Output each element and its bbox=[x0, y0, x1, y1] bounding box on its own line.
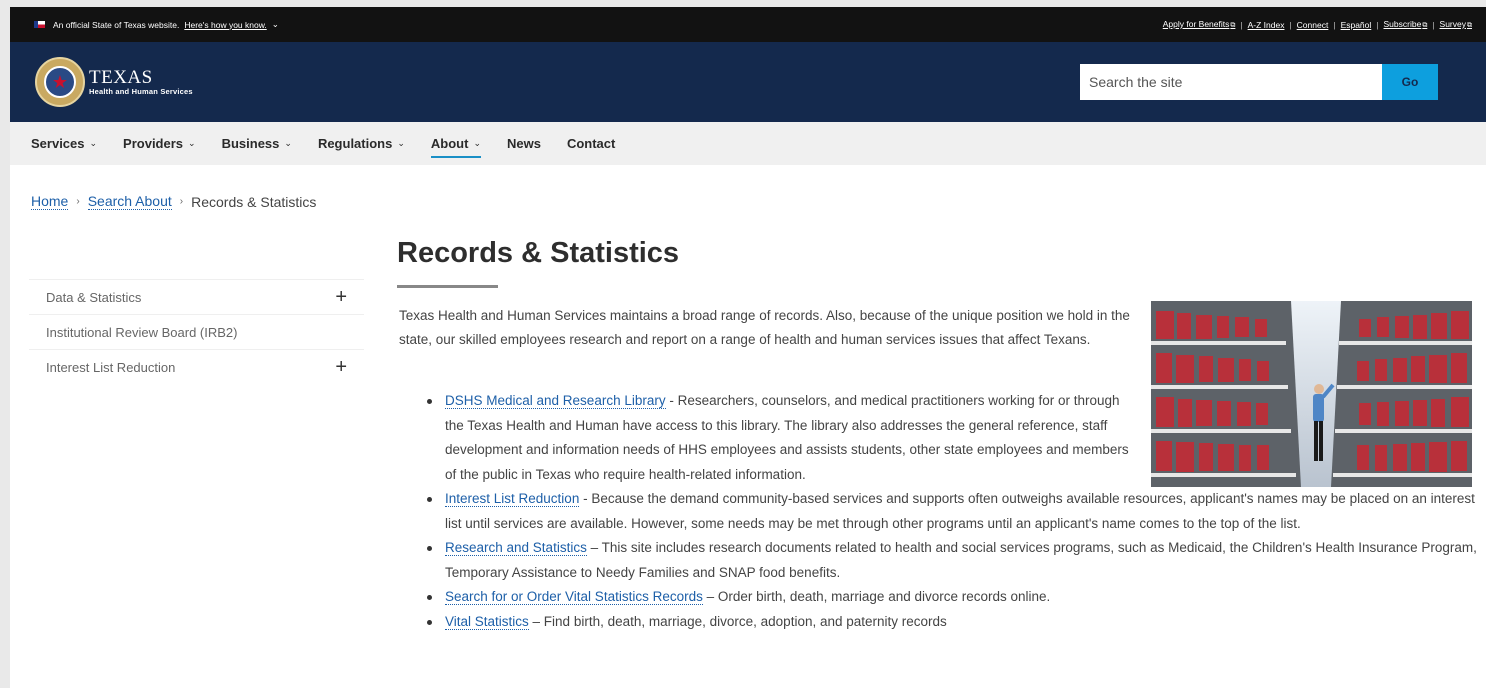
chevron-right-icon: › bbox=[76, 196, 80, 207]
divider: | bbox=[1333, 19, 1336, 30]
star-icon: ★ bbox=[51, 72, 69, 92]
sidebar-item-label: Institutional Review Board (IRB2) bbox=[46, 324, 238, 340]
list-item-text: - Because the demand community-based ser… bbox=[445, 491, 1475, 531]
chevron-down-icon: ⌄ bbox=[89, 138, 98, 148]
order-vital-records-link[interactable]: Search for or Order Vital Statistics Rec… bbox=[445, 589, 703, 605]
brand-main: TEXAS bbox=[89, 67, 153, 88]
breadcrumb: Home › Search About › Records & Statisti… bbox=[31, 193, 316, 210]
survey-label: Survey bbox=[1439, 19, 1466, 29]
external-link-icon: ⧉ bbox=[1467, 22, 1472, 29]
dshs-library-link[interactable]: DSHS Medical and Research Library bbox=[445, 393, 666, 409]
list-item: Research and Statistics – This site incl… bbox=[425, 536, 1485, 585]
nav-news-label: News bbox=[506, 136, 541, 151]
list-item: Search for or Order Vital Statistics Rec… bbox=[425, 585, 1485, 610]
chevron-down-icon: ⌄ bbox=[397, 138, 405, 148]
apply-for-benefits-link[interactable]: Apply for Benefits⧉ bbox=[1163, 19, 1236, 30]
chevron-right-icon: › bbox=[179, 196, 184, 207]
a-z-index-link[interactable]: A-Z Index bbox=[1248, 20, 1285, 30]
nav-about-label: About bbox=[430, 136, 469, 151]
plus-icon[interactable]: + bbox=[335, 286, 347, 309]
site-header: ★ TEXAS Health and Human Services Go bbox=[10, 42, 1486, 122]
search-go-button[interactable]: Go bbox=[1382, 64, 1438, 100]
survey-link[interactable]: Survey⧉ bbox=[1440, 19, 1472, 30]
list-item-text: – This site includes research documents … bbox=[445, 540, 1477, 580]
site-search: Go bbox=[1080, 64, 1438, 100]
seal-center: ★ bbox=[44, 66, 76, 98]
official-notice: An official State of Texas website. Here… bbox=[34, 19, 279, 30]
list-item-text: – Find birth, death, marriage, divorce, … bbox=[528, 613, 947, 629]
external-link-icon: ⧉ bbox=[1422, 22, 1428, 29]
sidebar-item-interest-list-reduction[interactable]: Interest List Reduction + bbox=[29, 349, 364, 384]
vital-statistics-link[interactable]: Vital Statistics bbox=[445, 613, 529, 630]
chevron-down-icon: ⌄ bbox=[188, 138, 196, 148]
breadcrumb-home[interactable]: Home bbox=[31, 193, 69, 210]
intro-paragraph: Texas Health and Human Services maintain… bbox=[399, 308, 1130, 347]
subscribe-label: Subscribe bbox=[1383, 19, 1422, 29]
nav-about[interactable]: About ⌄ bbox=[430, 122, 482, 165]
nav-business[interactable]: Business ⌄ bbox=[222, 122, 292, 165]
official-banner: An official State of Texas website. Here… bbox=[10, 7, 1486, 42]
plus-icon[interactable]: + bbox=[335, 356, 347, 379]
page: An official State of Texas website. Here… bbox=[10, 7, 1486, 688]
chevron-down-icon: ⌄ bbox=[473, 138, 481, 148]
divider: | bbox=[1240, 19, 1243, 30]
research-statistics-link[interactable]: Research and Statistics bbox=[445, 540, 587, 556]
sidebar-item-label: Interest List Reduction bbox=[46, 359, 176, 375]
official-text: An official State of Texas website. bbox=[53, 19, 180, 30]
sidebar-item-label: Data & Statistics bbox=[46, 289, 142, 305]
brand-text: TEXAS Health and Human Services bbox=[89, 68, 193, 96]
external-link-icon: ⧉ bbox=[1230, 22, 1236, 29]
search-input[interactable] bbox=[1080, 64, 1382, 100]
nav-services-label: Services bbox=[31, 136, 85, 151]
nav-news[interactable]: News bbox=[507, 122, 541, 165]
main-nav: Services ⌄ Providers ⌄ Business ⌄ Regulatio… bbox=[10, 122, 1486, 165]
breadcrumb-search-about[interactable]: Search About bbox=[87, 193, 172, 210]
page-title: Records & Statistics bbox=[397, 237, 680, 269]
nav-regulations-label: Regulations bbox=[317, 136, 393, 151]
divider: | bbox=[1432, 19, 1435, 30]
hhs-logo[interactable]: ★ TEXAS Health and Human Services bbox=[35, 57, 193, 107]
divider: | bbox=[1289, 19, 1292, 30]
list-item: DSHS Medical and Research Library - Rese… bbox=[425, 389, 1140, 487]
how-you-know-link[interactable]: Here's how you know. bbox=[184, 20, 266, 30]
connect-link[interactable]: Connect bbox=[1297, 20, 1329, 30]
subscribe-link[interactable]: Subscribe⧉ bbox=[1384, 19, 1428, 30]
chevron-down-icon[interactable]: ⌄ bbox=[272, 19, 279, 30]
utility-links: Apply for Benefits⧉ | A-Z Index | Connec… bbox=[1163, 19, 1472, 30]
nav-services[interactable]: Services ⌄ bbox=[31, 122, 97, 165]
interest-list-reduction-link[interactable]: Interest List Reduction bbox=[445, 491, 580, 507]
nav-regulations[interactable]: Regulations ⌄ bbox=[318, 122, 405, 165]
nav-business-label: Business bbox=[221, 136, 280, 151]
nav-providers-label: Providers bbox=[123, 136, 184, 151]
list-item: Interest List Reduction - Because the de… bbox=[425, 487, 1485, 536]
list-item: Vital Statistics – Find birth, death, ma… bbox=[425, 610, 1485, 635]
nav-contact-label: Contact bbox=[566, 136, 616, 151]
sidebar-nav: Data & Statistics + Institutional Review… bbox=[29, 279, 364, 384]
brand-sub: Health and Human Services bbox=[89, 87, 193, 96]
nav-providers[interactable]: Providers ⌄ bbox=[123, 122, 196, 165]
list-item-text: – Order birth, death, marriage and divor… bbox=[702, 589, 1051, 604]
texas-flag-icon bbox=[34, 21, 45, 28]
texas-seal-icon: ★ bbox=[35, 57, 85, 107]
chevron-down-icon: ⌄ bbox=[284, 138, 292, 148]
sidebar-item-irb2[interactable]: Institutional Review Board (IRB2) bbox=[29, 314, 364, 349]
espanol-link[interactable]: Español bbox=[1341, 20, 1372, 30]
records-list: DSHS Medical and Research Library - Rese… bbox=[425, 389, 1485, 634]
breadcrumb-current: Records & Statistics bbox=[191, 193, 317, 210]
nav-contact[interactable]: Contact bbox=[567, 122, 615, 165]
apply-for-benefits-label: Apply for Benefits bbox=[1162, 19, 1230, 29]
main-content: Records & Statistics Texas Health and Hu… bbox=[397, 237, 1477, 630]
divider: | bbox=[1376, 19, 1379, 30]
title-divider bbox=[397, 285, 498, 288]
sidebar-item-data-statistics[interactable]: Data & Statistics + bbox=[29, 279, 364, 314]
